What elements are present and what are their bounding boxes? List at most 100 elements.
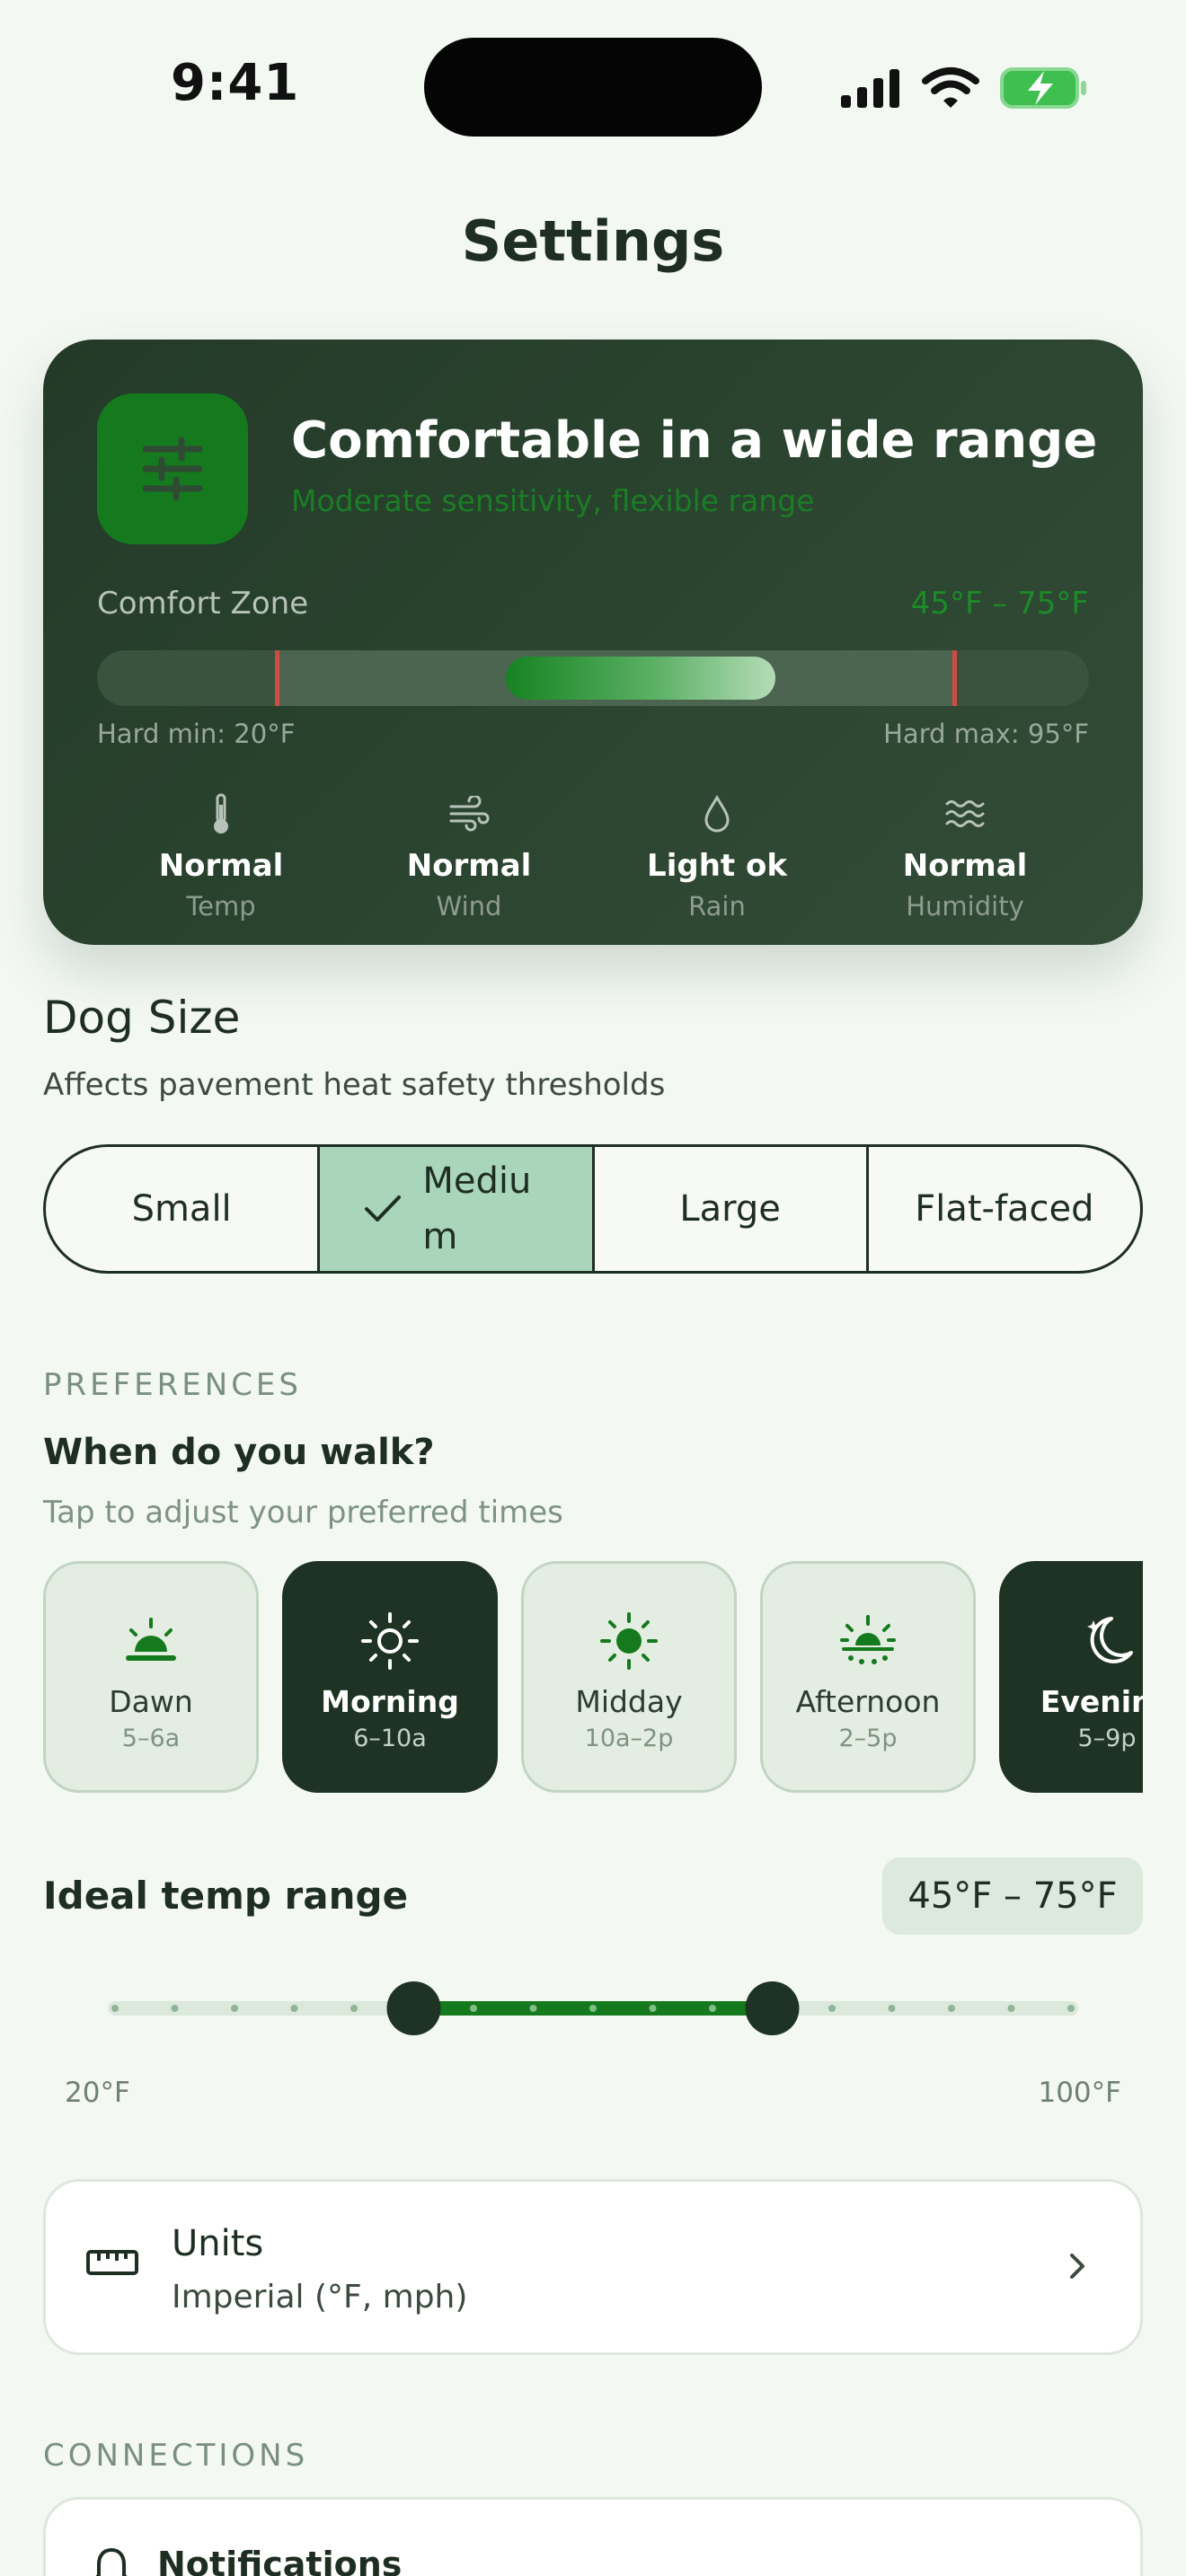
hard-min-label: Hard min: 20°F [97,719,296,749]
dog-size-subtitle: Affects pavement heat safety thresholds [43,1067,666,1103]
factor-value: Normal [902,848,1028,884]
slider-step-dot [649,2005,657,2012]
units-value: Imperial (°F, mph) [172,2279,468,2316]
sun-icon [599,1612,659,1670]
chevron-right-icon [1067,2250,1088,2286]
time-afternoon[interactable]: Afternoon 2–5p [760,1561,976,1793]
factor-label: Rain [688,891,746,922]
hard-min-marker [275,650,279,706]
time-dawn[interactable]: Dawn 5–6a [43,1561,259,1793]
time-name: Afternoon [795,1684,941,1719]
factor-value: Light ok [647,848,787,884]
time-range: 5–9p [1077,1725,1137,1752]
slider-step-dot [111,2005,119,2012]
time-evening[interactable]: Evening 5–9p [999,1561,1143,1793]
time-range: 6–10a [353,1725,427,1752]
ruler-icon [85,2245,139,2284]
time-name: Midday [575,1684,683,1719]
hard-max-marker [952,650,957,706]
hard-max-label: Hard max: 95°F [883,719,1089,749]
comfort-title: Comfortable in a wide range [291,411,1098,470]
time-name: Morning [321,1684,459,1719]
ideal-temp-badge: 45°F – 75°F [882,1857,1143,1935]
sunrise-icon [122,1612,180,1670]
comfort-zone-range: 45°F – 75°F [910,586,1089,622]
slider-step-dot [828,2005,836,2012]
dynamic-island [424,38,762,137]
time-range: 5–6a [121,1725,181,1752]
moon-stars-icon [1077,1612,1137,1670]
time-range: 10a–2p [584,1725,674,1752]
slider-step-dot [171,2005,179,2012]
comfort-zone-label: Comfort Zone [97,586,309,622]
dog-size-flat-faced[interactable]: Flat-faced [865,1147,1140,1271]
comfort-zone-bar [97,650,1089,706]
slider-step-dot [888,2005,896,2012]
temp-range-slider[interactable] [43,1965,1143,2051]
units-row[interactable]: Units Imperial (°F, mph) [43,2179,1143,2355]
option-label: Flat-faced [915,1188,1094,1230]
checkmark-icon [365,1195,402,1222]
slider-step-dot [709,2005,716,2012]
units-title: Units [172,2223,264,2264]
status-icons [839,61,1089,115]
dog-size-selector: Small Medium Large Flat-faced [43,1144,1143,1274]
sun-low-icon [838,1612,898,1670]
humidity-waves-icon [841,789,1089,839]
walk-times-title: When do you walk? [43,1432,435,1473]
time-name: Evening [1040,1684,1143,1719]
comfort-subtitle: Moderate sensitivity, flexible range [291,483,815,518]
factor-label: Temp [186,891,256,922]
wifi-icon [922,67,979,108]
status-time: 9:41 [171,54,300,112]
time-morning[interactable]: Morning 6–10a [282,1561,498,1793]
dog-size-medium[interactable]: Medium [317,1147,592,1271]
notifications-title: Notifications [157,2545,403,2576]
thermometer-icon [97,789,345,839]
slider-step-dot [470,2005,477,2012]
comfort-range-fill [506,657,775,700]
time-range: 2–5p [838,1725,898,1752]
option-label: Large [679,1188,781,1230]
battery-charging-icon [1000,67,1086,109]
temp-min-label: 20°F [65,2077,130,2109]
signal-icon [841,69,899,108]
factor-wind: Normal Wind [345,789,593,922]
factor-label: Humidity [906,891,1024,922]
temp-max-label: 100°F [1038,2077,1121,2109]
time-midday[interactable]: Midday 10a–2p [521,1561,737,1793]
slider-max-handle[interactable] [745,1981,800,2035]
factor-value: Normal [158,848,284,884]
factor-temp: Normal Temp [97,789,345,922]
slider-step-dot [350,2005,358,2012]
slider-min-handle[interactable] [386,1981,441,2035]
factor-list: Normal Temp Normal Wind Light ok Rain No… [97,789,1089,922]
walk-times-subtitle: Tap to adjust your preferred times [43,1495,563,1531]
time-name: Dawn [109,1684,193,1719]
slider-step-dot [231,2005,238,2012]
option-label: Small [131,1188,232,1230]
slider-step-dot [1007,2005,1015,2012]
factor-value: Normal [406,848,532,884]
slider-step-dot [948,2005,955,2012]
wind-icon [345,789,593,839]
notifications-row[interactable]: Notifications [43,2497,1143,2576]
walk-times-scroller[interactable]: Dawn 5–6a Morning 6–10a Midday 10a–2p Af… [43,1561,1143,1796]
slider-step-dot [529,2005,537,2012]
option-label: Medium [422,1160,532,1257]
sliders-icon [97,393,248,544]
page-title: Settings [461,208,725,274]
dog-size-large[interactable]: Large [591,1147,866,1271]
sun-outline-icon [360,1612,420,1670]
comfort-profile-card[interactable]: Comfortable in a wide range Moderate sen… [43,340,1143,945]
factor-label: Wind [436,891,502,922]
slider-step-dot [290,2005,298,2012]
dog-size-small[interactable]: Small [46,1147,317,1271]
preferences-section-label: PREFERENCES [43,1367,302,1403]
connections-section-label: CONNECTIONS [43,2438,309,2474]
dog-size-title: Dog Size [43,992,241,1044]
raindrop-icon [593,789,841,839]
slider-step-dot [589,2005,597,2012]
factor-humidity: Normal Humidity [841,789,1089,922]
slider-step-dot [1067,2005,1075,2012]
